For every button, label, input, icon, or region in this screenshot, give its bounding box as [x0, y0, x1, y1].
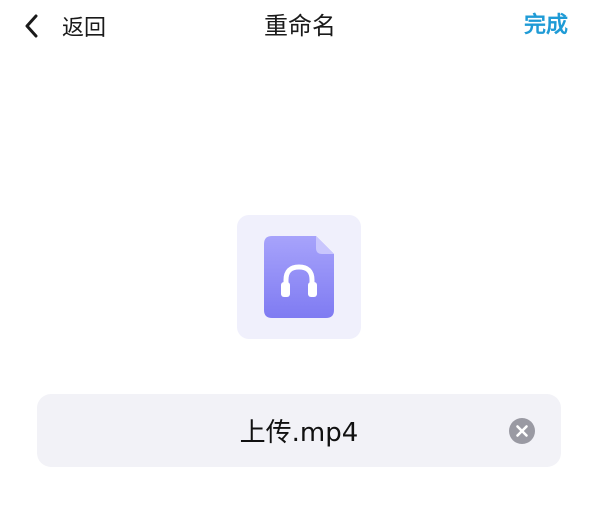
done-button[interactable]: 完成 [524, 8, 568, 44]
filename-field [37, 394, 561, 467]
navigation-bar: 返回 重命名 完成 [0, 0, 600, 52]
filename-input[interactable] [97, 394, 501, 467]
clear-circle-x-icon [509, 418, 535, 444]
clear-button[interactable] [509, 418, 535, 444]
chevron-left-icon [24, 14, 38, 38]
file-preview [237, 215, 361, 339]
back-label: 返回 [62, 16, 107, 41]
back-button[interactable]: 返回 [24, 8, 106, 44]
